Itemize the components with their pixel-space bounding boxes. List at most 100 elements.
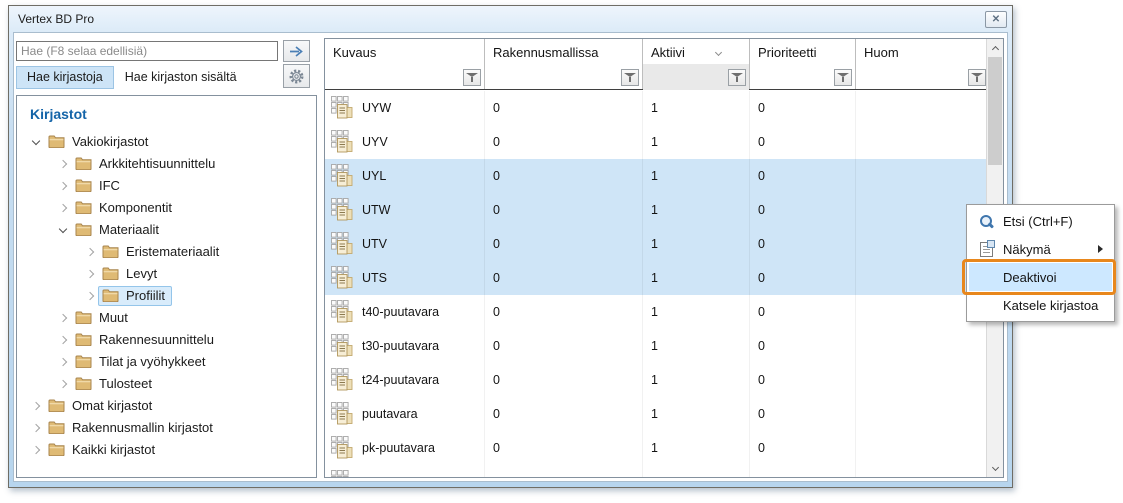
filter-funnel-button[interactable]	[834, 69, 852, 86]
chevron-right-icon	[59, 182, 67, 190]
table-row[interactable]	[325, 465, 986, 477]
chevron-up-icon	[991, 45, 998, 52]
table-row-uts[interactable]: UTS010	[325, 261, 986, 295]
tree-item-tulosteet[interactable]: Tulosteet	[17, 373, 316, 395]
tree-item-levyt[interactable]: Levyt	[17, 263, 316, 285]
table-row-uyl[interactable]: UYL010	[325, 159, 986, 193]
tree-item-profiilit[interactable]: Profiilit	[17, 285, 316, 307]
expander-expand-icon[interactable]	[55, 161, 71, 167]
filter-cell-huom[interactable]	[856, 64, 989, 90]
expander-expand-icon[interactable]	[82, 293, 98, 299]
tree-item-rakennesuunnittelu[interactable]: Rakennesuunnittelu	[17, 329, 316, 351]
tree-item-arkkitehtisuunnittelu[interactable]: Arkkitehtisuunnittelu	[17, 153, 316, 175]
menu-item-etsi-ctrl-f[interactable]: Etsi (Ctrl+F)	[969, 207, 1112, 235]
tree-item-komponentit[interactable]: Komponentit	[17, 197, 316, 219]
search-go-button[interactable]	[283, 40, 310, 62]
cell-value: 0	[493, 101, 500, 115]
cell-kuvaus: t40-puutavara	[325, 295, 485, 329]
expander-expand-icon[interactable]	[28, 403, 44, 409]
tree-item-ifc[interactable]: IFC	[17, 175, 316, 197]
tree-item-materiaalit[interactable]: Materiaalit	[17, 219, 316, 241]
expander-expand-icon[interactable]	[55, 359, 71, 365]
cell-value: 1	[651, 169, 658, 183]
cell-value: 0	[493, 237, 500, 251]
tree-item-eristemateriaalit[interactable]: Eristemateriaalit	[17, 241, 316, 263]
chevron-right-icon	[86, 270, 94, 278]
expander-expand-icon[interactable]	[82, 271, 98, 277]
table-row-t30-puutavara[interactable]: t30-puutavara010	[325, 329, 986, 363]
scroll-up-button[interactable]	[987, 39, 1003, 56]
cell-aktiivi: 1	[643, 329, 750, 363]
column-huom: Huom	[856, 39, 990, 89]
expander-expand-icon[interactable]	[55, 381, 71, 387]
tree-item-omat-kirjastot[interactable]: Omat kirjastot	[17, 395, 316, 417]
table-row-utw[interactable]: UTW010	[325, 193, 986, 227]
cell-prioriteetti: 0	[750, 431, 856, 465]
filter-cell-kuvaus[interactable]	[325, 64, 484, 90]
chevron-down-icon	[991, 464, 998, 471]
expander-expand-icon[interactable]	[82, 249, 98, 255]
column-kuvaus: Kuvaus	[325, 39, 485, 89]
cell-prioriteetti: 0	[750, 91, 856, 125]
scroll-down-button[interactable]	[987, 460, 1003, 477]
column-header-prioriteetti[interactable]: Prioriteetti	[750, 39, 855, 64]
tree-item-kaikki-kirjastot[interactable]: Kaikki kirjastot	[17, 439, 316, 461]
table-row-puutavara[interactable]: puutavara010	[325, 397, 986, 431]
cell-aktiivi: 1	[643, 295, 750, 329]
column-header-aktiivi[interactable]: Aktiivi	[643, 39, 749, 64]
row-label: UTS	[362, 271, 387, 285]
expander-expand-icon[interactable]	[55, 183, 71, 189]
tree-item-muut[interactable]: Muut	[17, 307, 316, 329]
cell-prioriteetti: 0	[750, 261, 856, 295]
scroll-thumb[interactable]	[988, 57, 1002, 165]
library-item-icon	[331, 96, 354, 121]
tree-node: Rakennesuunnittelu	[71, 330, 221, 350]
table-row-t40-puutavara[interactable]: t40-puutavara010	[325, 295, 986, 329]
expander-expand-icon[interactable]	[28, 425, 44, 431]
expander-expand-icon[interactable]	[28, 447, 44, 453]
cell-kuvaus: UYW	[325, 91, 485, 125]
tree-item-tilat-ja-vy-hykkeet[interactable]: Tilat ja vyöhykkeet	[17, 351, 316, 373]
tree-item-label: Arkkitehtisuunnittelu	[99, 156, 215, 171]
filter-cell-prioriteetti[interactable]	[750, 64, 855, 90]
title-bar[interactable]: Vertex BD Pro ✕	[9, 6, 1012, 32]
expander-collapse-icon[interactable]	[55, 229, 71, 232]
filter-funnel-button[interactable]	[621, 69, 639, 86]
filter-funnel-button[interactable]	[968, 69, 986, 86]
menu-item-katsele-kirjastoa[interactable]: Katsele kirjastoa	[969, 291, 1112, 319]
cell-huom	[856, 159, 986, 193]
cell-kuvaus: UTW	[325, 193, 485, 227]
expander-expand-icon[interactable]	[55, 337, 71, 343]
filter-cell-rakennusmallissa[interactable]	[485, 64, 642, 90]
column-header-kuvaus[interactable]: Kuvaus	[325, 39, 484, 64]
close-button[interactable]: ✕	[985, 11, 1007, 28]
expander-expand-icon[interactable]	[55, 315, 71, 321]
column-header-huom[interactable]: Huom	[856, 39, 989, 64]
cell-kuvaus: t30-puutavara	[325, 329, 485, 363]
cell-kuvaus: pk-puutavara	[325, 431, 485, 465]
cell-value: 1	[651, 407, 658, 421]
table-row-uyv[interactable]: UYV010	[325, 125, 986, 159]
folder-icon	[75, 157, 92, 170]
cell-value: 1	[651, 237, 658, 251]
filter-funnel-button[interactable]	[463, 69, 481, 86]
tree-item-rakennusmallin-kirjastot[interactable]: Rakennusmallin kirjastot	[17, 417, 316, 439]
filter-cell-aktiivi[interactable]	[643, 64, 749, 90]
funnel-icon	[624, 72, 636, 82]
tab-hae-kirjastoja[interactable]: Hae kirjastoja	[16, 66, 114, 89]
search-settings-button[interactable]	[283, 64, 310, 88]
menu-item-n-kym[interactable]: Näkymä	[969, 235, 1112, 263]
filter-funnel-button[interactable]	[728, 69, 746, 86]
table-row-t24-puutavara[interactable]: t24-puutavara010	[325, 363, 986, 397]
table-row-uyw[interactable]: UYW010	[325, 91, 986, 125]
tab-hae-kirjaston-sis-lt[interactable]: Hae kirjaston sisältä	[114, 66, 248, 89]
view-icon	[977, 242, 995, 257]
search-input[interactable]	[16, 41, 278, 61]
menu-item-deaktivoi[interactable]: Deaktivoi	[969, 263, 1112, 291]
column-header-rakennusmallissa[interactable]: Rakennusmallissa	[485, 39, 642, 64]
expander-expand-icon[interactable]	[55, 205, 71, 211]
table-row-utv[interactable]: UTV010	[325, 227, 986, 261]
tree-item-vakiokirjastot[interactable]: Vakiokirjastot	[17, 131, 316, 153]
expander-collapse-icon[interactable]	[28, 141, 44, 144]
table-row-pk-puutavara[interactable]: pk-puutavara010	[325, 431, 986, 465]
